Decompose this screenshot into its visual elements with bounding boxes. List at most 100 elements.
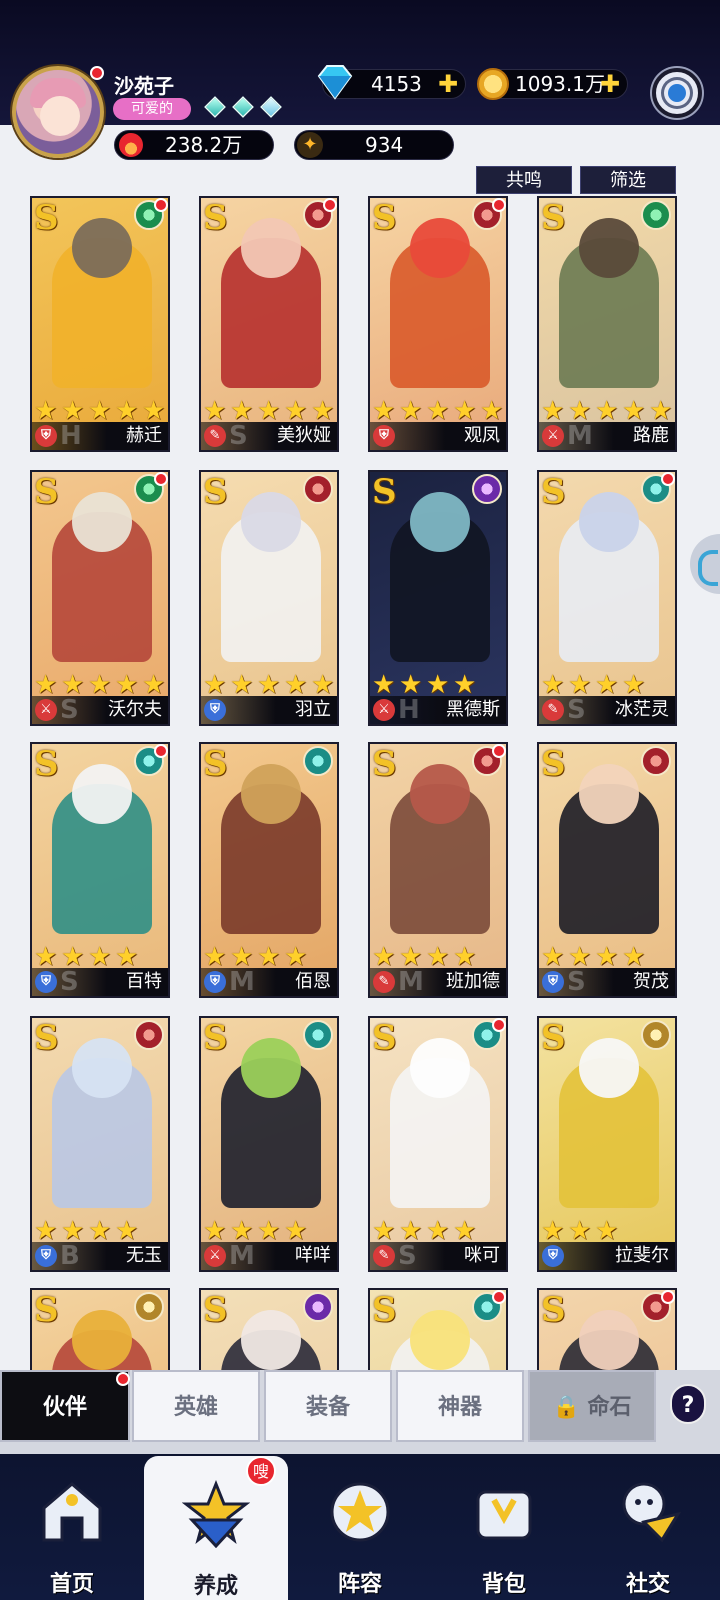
hero-card[interactable]: S ★ ★ ★ ⛨ 拉斐尔	[537, 1016, 677, 1272]
grade-label: S	[541, 744, 566, 784]
gold-element-icon	[134, 1292, 164, 1322]
hero-name-bar: M ✎ 班加德	[370, 968, 506, 996]
add-gold-button[interactable]: ✚	[599, 72, 621, 96]
class-watermark: H	[398, 695, 422, 725]
grade-label: S	[34, 1290, 59, 1330]
player-avatar[interactable]	[12, 66, 104, 158]
star-icon: ★	[115, 942, 139, 972]
hero-card[interactable]: S ★ ★ ★ ★ ★ ⛨ 羽立	[199, 470, 339, 726]
star-rating: ★ ★ ★ ★	[34, 944, 141, 970]
star-icon: ★	[311, 396, 335, 426]
filter-button[interactable]: 筛选	[580, 166, 676, 194]
tab-2[interactable]: 装备	[264, 1370, 392, 1442]
grade-label: S	[541, 1290, 566, 1330]
hero-head	[72, 218, 132, 278]
hero-card[interactable]: S ★ ★ ★ ★ S ✎ 咪可	[368, 1016, 508, 1272]
notification-dot	[154, 472, 168, 486]
tab-4[interactable]: 🔒 命石	[528, 1370, 656, 1442]
star-icon: ★	[230, 670, 254, 700]
hero-card[interactable]: S ★ ★ ★ ★ ★ S ✎ 美狄娅	[199, 196, 339, 452]
hero-card[interactable]: S	[537, 1288, 677, 1372]
star-rating: ★ ★ ★ ★ ★	[203, 672, 337, 698]
nav-label: 社交	[625, 1572, 670, 1597]
grade-label: S	[541, 198, 566, 238]
hero-name: 咪可	[464, 1245, 500, 1266]
hero-name-bar: S ✎ 冰茫灵	[539, 696, 675, 724]
diamond-counter: 4153 ✚	[317, 65, 466, 100]
hero-head	[410, 492, 470, 552]
hero-card[interactable]: S ★ ★ ★ ★ ★ S ⚔ 沃尔夫	[30, 470, 170, 726]
settings-gear-icon[interactable]	[652, 68, 702, 118]
hero-card[interactable]: S ★ ★ ★ ★ B ⛨ 无玉	[30, 1016, 170, 1272]
tab-0[interactable]: 伙伴	[0, 1370, 130, 1442]
hero-name-bar: S ⛨ 百特	[32, 968, 168, 996]
hero-card[interactable]: S ★ ★ ★ ★ M ⚔ 咩咩	[199, 1016, 339, 1272]
hero-name: 班加德	[446, 971, 500, 992]
notification-dot	[323, 198, 337, 212]
star-icon: ★	[88, 942, 112, 972]
star-icon: ★	[568, 1216, 592, 1246]
nav-item-0[interactable]: 首页	[0, 1454, 144, 1600]
hero-card[interactable]: S ★ ★ ★ ★ S ✎ 冰茫灵	[537, 470, 677, 726]
class-watermark: S	[398, 1241, 419, 1271]
star-rating: ★ ★ ★ ★	[541, 944, 648, 970]
star-rating: ★ ★ ★ ★ ★	[34, 398, 168, 424]
class-watermark: S	[229, 421, 250, 451]
hero-card[interactable]: S ★ ★ ★ ★ ★ M ⚔ 路鹿	[537, 196, 677, 452]
hero-card[interactable]: S ★ ★ ★ ★ S ⛨ 贺茂	[537, 742, 677, 998]
hero-head	[241, 492, 301, 552]
star-icon: ★	[426, 396, 450, 426]
star-icon: ★	[595, 1216, 619, 1246]
star-icon: ★	[649, 396, 673, 426]
nav-item-3[interactable]: 背包	[432, 1454, 576, 1600]
hero-name-bar: M ⚔ 咩咩	[201, 1242, 337, 1270]
hero-name-bar: S ⛨ 贺茂	[539, 968, 675, 996]
star-icon: ★	[88, 1216, 112, 1246]
hero-card[interactable]: S ★ ★ ★ ★ ★ H ⛨ 赫迁	[30, 196, 170, 452]
top-header	[0, 0, 720, 125]
hero-card[interactable]: S	[368, 1288, 508, 1372]
hero-name: 无玉	[126, 1245, 162, 1266]
diamond-amount: 4153	[371, 72, 422, 96]
player-title-badge[interactable]: 可爱的	[113, 98, 191, 120]
hero-name: 路鹿	[633, 425, 669, 446]
class-watermark: M	[567, 421, 595, 451]
grade-label: S	[34, 198, 59, 238]
grade-label: S	[372, 198, 397, 238]
resonance-button[interactable]: 共鸣	[476, 166, 572, 194]
star-icon: ★	[284, 670, 308, 700]
tab-1[interactable]: 英雄	[132, 1370, 260, 1442]
hero-card[interactable]: S	[30, 1288, 170, 1372]
hero-head	[579, 218, 639, 278]
add-diamond-button[interactable]: ✚	[437, 72, 459, 96]
help-button[interactable]: ?	[670, 1384, 706, 1424]
avatar-notification-dot	[90, 66, 104, 80]
nav-item-4[interactable]: 社交	[576, 1454, 720, 1600]
notification-dot	[154, 744, 168, 758]
tab-3[interactable]: 神器	[396, 1370, 524, 1442]
star-amount: 934	[365, 133, 404, 157]
star-icon: ★	[595, 396, 619, 426]
gem-icon	[232, 96, 254, 118]
sword-role-icon: ⚔	[35, 699, 57, 721]
hero-name-bar: H ⚔ 黑德斯	[370, 696, 506, 724]
bag-icon	[470, 1478, 538, 1546]
hero-card[interactable]: S ★ ★ ★ ★ S ⛨ 百特	[30, 742, 170, 998]
side-drawer-handle[interactable]	[690, 534, 720, 594]
hero-card[interactable]: S ★ ★ ★ ★ M ⛨ 佰恩	[199, 742, 339, 998]
hero-name: 观凤	[464, 425, 500, 446]
hero-card[interactable]: S ★ ★ ★ ★ H ⚔ 黑德斯	[368, 470, 508, 726]
star-icon: ★	[203, 670, 227, 700]
hero-head	[579, 492, 639, 552]
star-rating: ★ ★ ★ ★	[372, 1218, 479, 1244]
hero-head	[579, 764, 639, 824]
star-rating: ★ ★ ★ ★	[372, 672, 479, 698]
hero-card[interactable]: S	[199, 1288, 339, 1372]
star-icon: ★	[257, 670, 281, 700]
hero-head	[579, 1038, 639, 1098]
hero-card[interactable]: S ★ ★ ★ ★ ★ ⛨ 观凤	[368, 196, 508, 452]
rank-gems	[204, 96, 282, 118]
star-icon: ★	[426, 670, 450, 700]
nav-item-2[interactable]: 阵容	[288, 1454, 432, 1600]
hero-card[interactable]: S ★ ★ ★ ★ M ✎ 班加德	[368, 742, 508, 998]
